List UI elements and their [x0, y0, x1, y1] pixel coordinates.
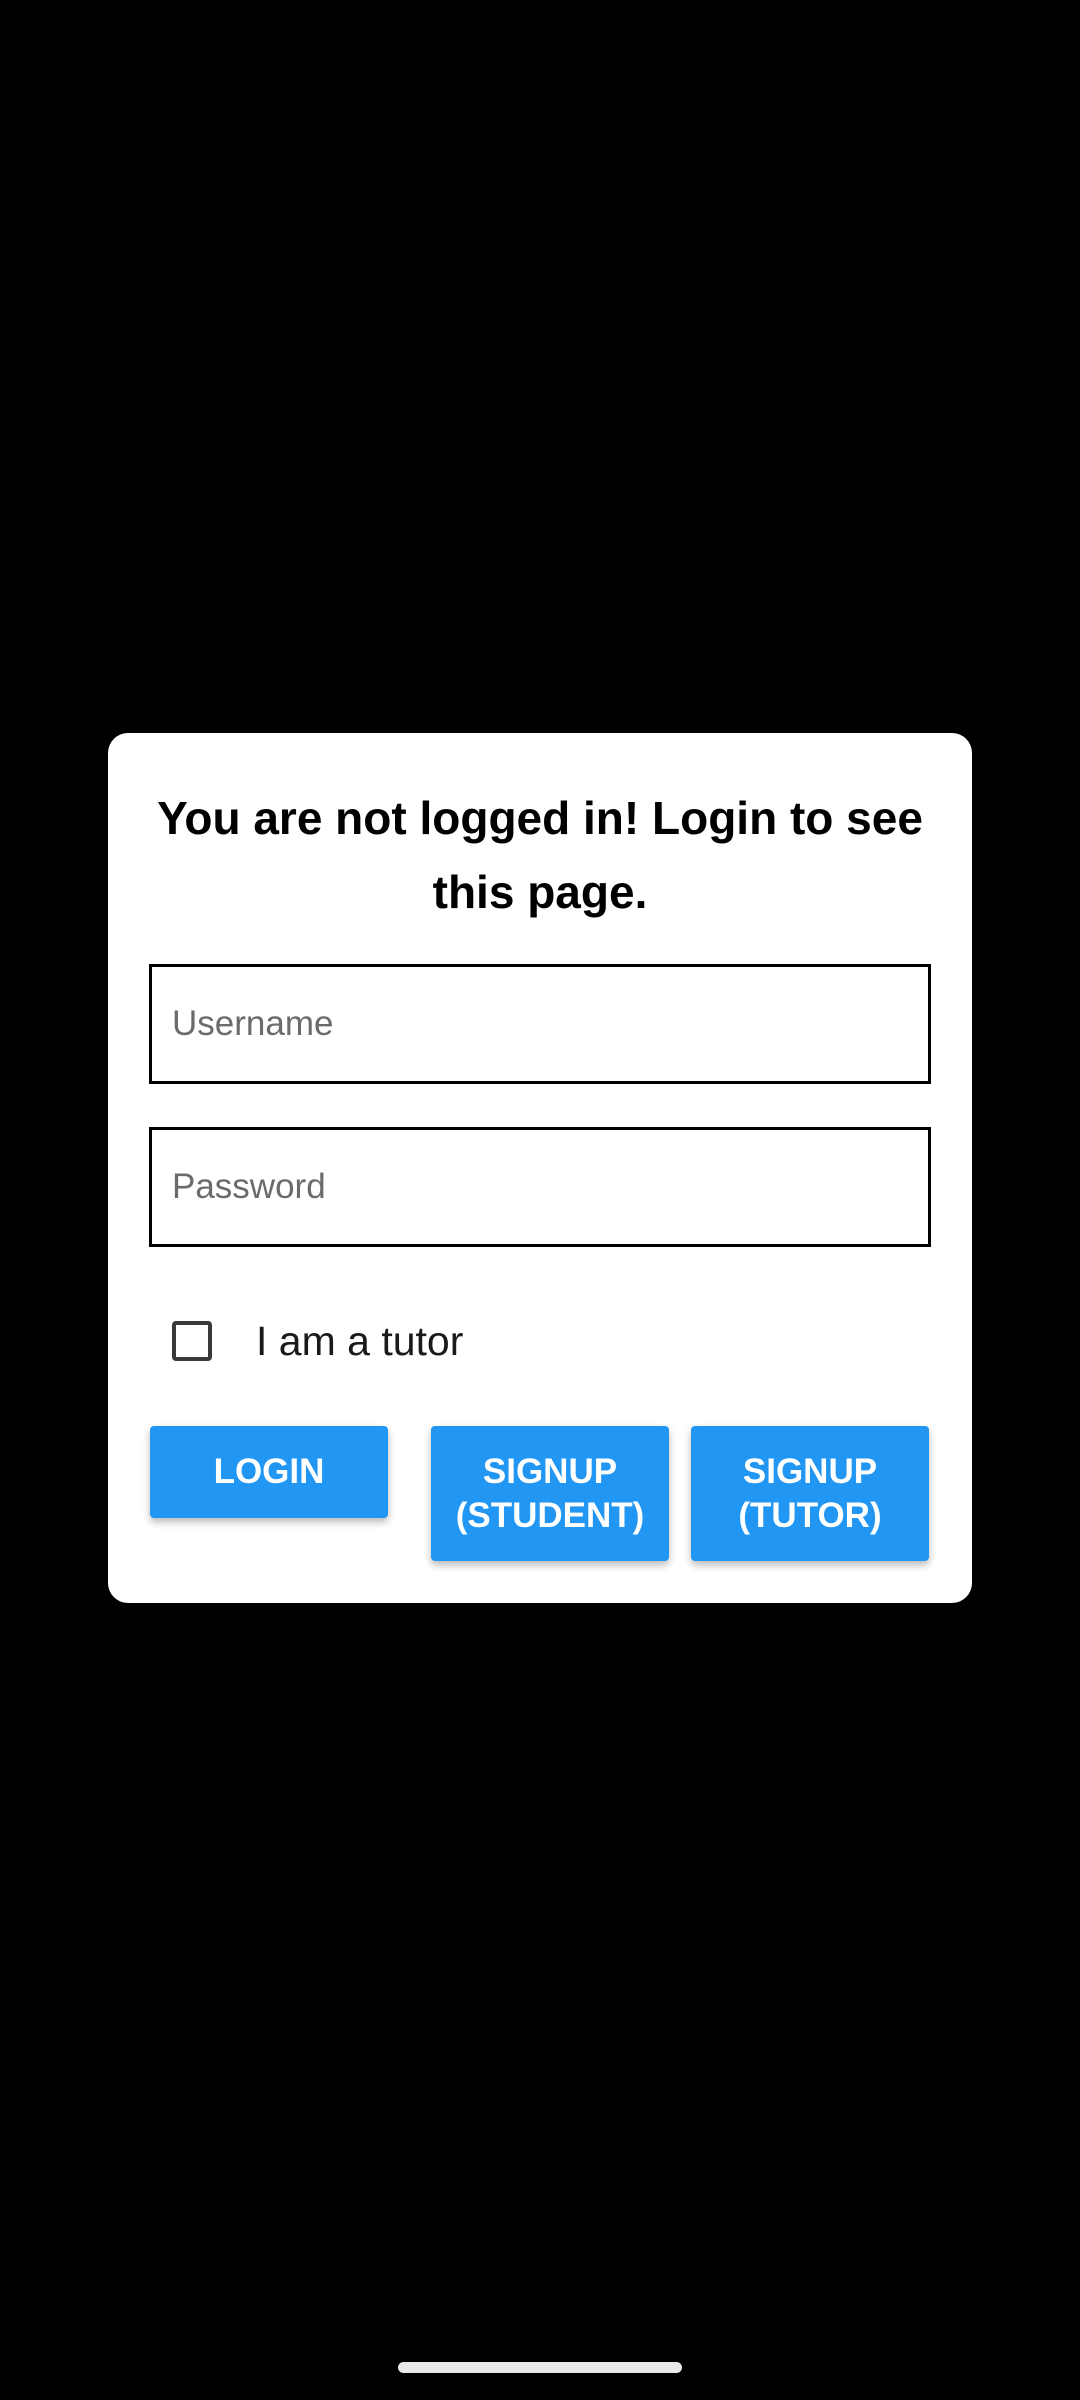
dialog-title: You are not logged in! Login to see this…: [157, 792, 923, 918]
home-indicator[interactable]: [398, 2362, 682, 2373]
tutor-checkbox-label: I am a tutor: [256, 1317, 464, 1364]
tutor-checkbox[interactable]: [172, 1321, 212, 1361]
username-field[interactable]: [149, 964, 931, 1084]
signup-student-button[interactable]: SIGNUP (STUDENT): [431, 1426, 669, 1561]
signup-tutor-button[interactable]: SIGNUP (TUTOR): [691, 1426, 929, 1561]
password-field[interactable]: [149, 1127, 931, 1247]
login-button[interactable]: LOGIN: [150, 1426, 388, 1518]
screen: You are not logged in! Login to see this…: [0, 0, 1080, 2400]
username-input[interactable]: [152, 967, 928, 1081]
login-dialog: You are not logged in! Login to see this…: [108, 733, 972, 1603]
password-input[interactable]: [152, 1130, 928, 1244]
tutor-checkbox-row[interactable]: I am a tutor: [172, 1311, 463, 1371]
